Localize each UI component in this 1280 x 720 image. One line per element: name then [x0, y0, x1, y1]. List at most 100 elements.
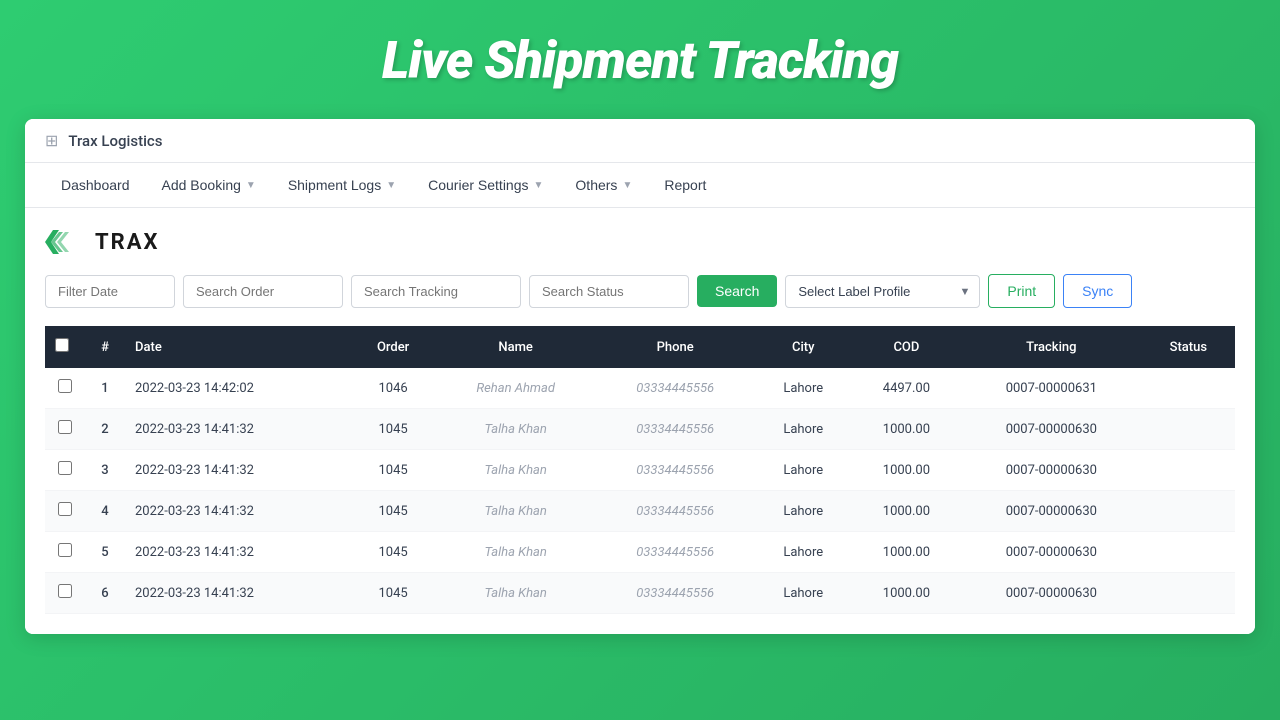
row-phone: 03334445556: [596, 450, 755, 491]
row-city: Lahore: [755, 573, 852, 614]
shipments-table: # Date Order Name Phone City COD Trackin…: [45, 326, 1235, 614]
row-cod: 1000.00: [852, 532, 961, 573]
search-button[interactable]: Search: [697, 275, 777, 307]
row-tracking: 0007-00000630: [961, 573, 1142, 614]
app-title: Trax Logistics: [68, 132, 162, 150]
table-row: 5 2022-03-23 14:41:32 1045 Talha Khan 03…: [45, 532, 1235, 573]
courier-settings-dropdown-arrow: ▼: [534, 180, 544, 191]
row-phone: 03334445556: [596, 573, 755, 614]
header-num: #: [85, 326, 125, 368]
row-status: [1142, 532, 1235, 573]
row-num: 6: [85, 573, 125, 614]
row-date: 2022-03-23 14:41:32: [125, 573, 351, 614]
table-row: 2 2022-03-23 14:41:32 1045 Talha Khan 03…: [45, 409, 1235, 450]
header-tracking: Tracking: [961, 326, 1142, 368]
row-cod: 1000.00: [852, 491, 961, 532]
nav-shipment-logs[interactable]: Shipment Logs ▼: [272, 163, 412, 207]
row-cod: 4497.00: [852, 368, 961, 409]
search-tracking-input[interactable]: [351, 275, 521, 308]
row-order: 1045: [351, 573, 436, 614]
row-order: 1045: [351, 491, 436, 532]
row-order: 1045: [351, 532, 436, 573]
row-name: Talha Khan: [436, 573, 596, 614]
nav-courier-settings[interactable]: Courier Settings ▼: [412, 163, 559, 207]
row-date: 2022-03-23 14:41:32: [125, 532, 351, 573]
row-checkbox-cell: [45, 368, 85, 409]
select-all-checkbox[interactable]: [55, 338, 69, 352]
row-phone: 03334445556: [596, 409, 755, 450]
row-checkbox-cell: [45, 532, 85, 573]
print-button[interactable]: Print: [988, 274, 1055, 308]
row-date: 2022-03-23 14:41:32: [125, 450, 351, 491]
row-checkbox[interactable]: [58, 543, 72, 557]
row-date: 2022-03-23 14:41:32: [125, 491, 351, 532]
row-tracking: 0007-00000631: [961, 368, 1142, 409]
row-name: Talha Khan: [436, 532, 596, 573]
logo-area: TRAX: [45, 228, 1235, 256]
table-row: 1 2022-03-23 14:42:02 1046 Rehan Ahmad 0…: [45, 368, 1235, 409]
row-tracking: 0007-00000630: [961, 450, 1142, 491]
row-num: 2: [85, 409, 125, 450]
sync-button[interactable]: Sync: [1063, 274, 1132, 308]
row-checkbox[interactable]: [58, 584, 72, 598]
trax-logo-icon: [45, 228, 87, 256]
row-date: 2022-03-23 14:41:32: [125, 409, 351, 450]
row-checkbox[interactable]: [58, 420, 72, 434]
row-name: Talha Khan: [436, 491, 596, 532]
label-profile-wrapper: Select Label Profile ▼: [785, 275, 980, 308]
label-profile-select[interactable]: Select Label Profile: [785, 275, 980, 308]
top-bar: ⊞ Trax Logistics: [25, 119, 1255, 163]
row-status: [1142, 573, 1235, 614]
header-status: Status: [1142, 326, 1235, 368]
row-order: 1046: [351, 368, 436, 409]
row-city: Lahore: [755, 491, 852, 532]
row-checkbox-cell: [45, 450, 85, 491]
row-status: [1142, 450, 1235, 491]
header-order: Order: [351, 326, 436, 368]
header-date: Date: [125, 326, 351, 368]
row-checkbox[interactable]: [58, 461, 72, 475]
nav-add-booking[interactable]: Add Booking ▼: [146, 163, 272, 207]
header-phone: Phone: [596, 326, 755, 368]
row-date: 2022-03-23 14:42:02: [125, 368, 351, 409]
row-cod: 1000.00: [852, 573, 961, 614]
row-city: Lahore: [755, 450, 852, 491]
search-order-input[interactable]: [183, 275, 343, 308]
add-booking-dropdown-arrow: ▼: [246, 180, 256, 191]
row-name: Talha Khan: [436, 409, 596, 450]
row-status: [1142, 409, 1235, 450]
logo: TRAX: [45, 228, 1235, 256]
row-name: Rehan Ahmad: [436, 368, 596, 409]
row-phone: 03334445556: [596, 368, 755, 409]
filters-row: Search Select Label Profile ▼ Print Sync: [45, 274, 1235, 308]
header-name: Name: [436, 326, 596, 368]
nav-report[interactable]: Report: [648, 163, 722, 207]
grid-icon: ⊞: [45, 131, 58, 150]
table-header-row: # Date Order Name Phone City COD Trackin…: [45, 326, 1235, 368]
nav-dashboard[interactable]: Dashboard: [45, 163, 146, 207]
header-select-all-cell: [45, 326, 85, 368]
header-city: City: [755, 326, 852, 368]
others-dropdown-arrow: ▼: [622, 180, 632, 191]
row-num: 5: [85, 532, 125, 573]
nav-bar: Dashboard Add Booking ▼ Shipment Logs ▼ …: [25, 163, 1255, 208]
row-checkbox-cell: [45, 491, 85, 532]
logo-name: TRAX: [95, 230, 159, 255]
page-hero-title: Live Shipment Tracking: [382, 0, 898, 119]
filter-date-input[interactable]: [45, 275, 175, 308]
row-num: 4: [85, 491, 125, 532]
row-tracking: 0007-00000630: [961, 409, 1142, 450]
row-status: [1142, 491, 1235, 532]
search-status-input[interactable]: [529, 275, 689, 308]
row-city: Lahore: [755, 409, 852, 450]
row-phone: 03334445556: [596, 491, 755, 532]
row-checkbox[interactable]: [58, 379, 72, 393]
nav-others[interactable]: Others ▼: [559, 163, 648, 207]
row-phone: 03334445556: [596, 532, 755, 573]
main-content: TRAX Search Select Label Profile ▼ Print…: [25, 208, 1255, 634]
row-checkbox[interactable]: [58, 502, 72, 516]
row-name: Talha Khan: [436, 450, 596, 491]
row-num: 1: [85, 368, 125, 409]
table-row: 6 2022-03-23 14:41:32 1045 Talha Khan 03…: [45, 573, 1235, 614]
row-order: 1045: [351, 450, 436, 491]
